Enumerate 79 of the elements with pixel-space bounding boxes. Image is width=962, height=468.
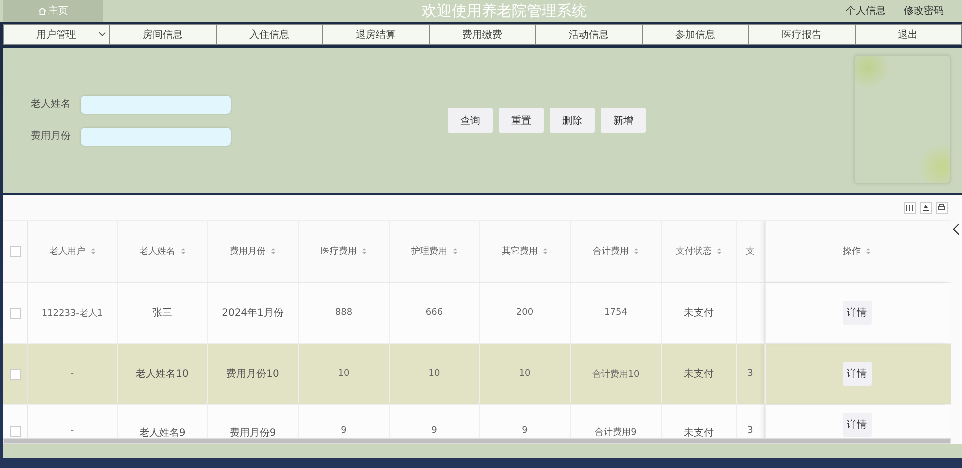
input-field[interactable] xyxy=(81,96,231,114)
column-header[interactable]: 操作 xyxy=(765,221,948,282)
column-header[interactable]: 其它费用 xyxy=(480,221,571,282)
table-cell: 3 xyxy=(748,369,754,379)
table-cell-text: 合计费用10 xyxy=(592,368,640,380)
column-header[interactable]: 费用月份 xyxy=(208,221,299,282)
system-title: 欢迎使用养老院管理系统 xyxy=(421,2,588,20)
table-cell-text: 老人姓名9 xyxy=(139,426,186,439)
sort-icon xyxy=(543,248,548,255)
table-cell: 9 xyxy=(522,426,528,436)
action-button[interactable]: 重置 xyxy=(499,108,544,133)
table-cell: 200 xyxy=(516,308,534,318)
details-button[interactable]: 详情 xyxy=(842,362,872,386)
sort-icon xyxy=(271,248,276,255)
checkbox[interactable] xyxy=(10,246,20,257)
header-link[interactable]: 修改密码 xyxy=(904,4,944,18)
table-cell: 888 xyxy=(335,308,353,318)
checkbox[interactable] xyxy=(10,426,20,437)
sort-icon xyxy=(180,248,186,255)
export-icon[interactable] xyxy=(920,202,932,214)
nav-item[interactable]: 用户管理 xyxy=(3,24,110,45)
column-header[interactable]: 护理费用 xyxy=(390,221,480,282)
table-cell: 10 xyxy=(519,369,531,379)
table-cell-text: 112233-老人1 xyxy=(42,308,104,320)
table-cell-text: 未支付 xyxy=(684,306,714,320)
action-button[interactable]: 查询 xyxy=(448,108,493,133)
nav-item[interactable]: 退出 xyxy=(856,24,962,45)
nav-item[interactable]: 退房结算 xyxy=(323,24,430,45)
nav-item[interactable]: 活动信息 xyxy=(536,24,643,45)
column-header[interactable]: 支 xyxy=(737,221,765,282)
table-cell-text: 未支付 xyxy=(684,368,714,381)
table-cell: 10 xyxy=(428,369,440,379)
table-cell: 3 xyxy=(748,426,754,436)
nav-item[interactable]: 医疗报告 xyxy=(749,24,856,45)
input-field[interactable] xyxy=(81,128,231,146)
table-cell: 9 xyxy=(341,426,347,436)
sort-icon xyxy=(90,248,96,255)
table-cell: 10 xyxy=(338,369,350,379)
sort-icon xyxy=(452,248,458,255)
field-label: 老人姓名 xyxy=(31,98,71,110)
table-cell: - xyxy=(70,369,74,379)
nav-item[interactable]: 参加信息 xyxy=(642,24,750,45)
scrollbar[interactable] xyxy=(3,438,951,444)
table-cell: 666 xyxy=(426,308,444,318)
table-cell-text: 老人姓名10 xyxy=(136,368,189,381)
details-button[interactable]: 详情 xyxy=(842,413,872,437)
column-header[interactable]: 医疗费用 xyxy=(299,221,390,282)
checkbox[interactable] xyxy=(10,368,20,380)
table-cell: 1754 xyxy=(604,308,628,318)
checkbox[interactable] xyxy=(10,308,20,318)
table-cell: 9 xyxy=(432,426,438,436)
table-cell-text: 费用月份9 xyxy=(230,426,276,439)
column-header[interactable]: 老人姓名 xyxy=(118,221,208,282)
details-button[interactable]: 详情 xyxy=(842,301,872,325)
table-cell: - xyxy=(70,426,74,436)
print-icon[interactable] xyxy=(936,202,948,214)
action-button[interactable]: 删除 xyxy=(550,108,595,133)
table-cell-text: 2024年1月份 xyxy=(222,307,284,320)
field-label: 费用月份 xyxy=(31,130,71,142)
house-icon xyxy=(38,6,46,16)
column-header[interactable]: 老人用户 xyxy=(28,221,118,282)
nav-item[interactable]: 费用缴费 xyxy=(430,24,536,45)
column-header[interactable]: 合计费用 xyxy=(571,221,662,282)
nav-item[interactable]: 房间信息 xyxy=(110,24,217,45)
action-button[interactable]: 新增 xyxy=(601,108,646,133)
table-cell-text: 张三 xyxy=(152,306,172,320)
table-cell-text: 费用月份10 xyxy=(226,368,280,381)
chevron-left-icon[interactable] xyxy=(953,223,960,236)
sort-icon xyxy=(362,248,367,255)
table-cell-text: 未支付 xyxy=(684,426,714,439)
table-cell-text: 合计费用9 xyxy=(595,426,637,439)
header-link[interactable]: 个人信息 xyxy=(846,4,886,18)
nav-item[interactable]: 入住信息 xyxy=(216,24,324,45)
column-header[interactable]: 支付状态 xyxy=(662,221,737,282)
sort-icon xyxy=(717,248,722,255)
columns-icon[interactable] xyxy=(904,202,916,214)
sort-icon xyxy=(634,248,639,255)
caret-icon xyxy=(99,32,106,37)
sort-icon xyxy=(866,248,871,255)
